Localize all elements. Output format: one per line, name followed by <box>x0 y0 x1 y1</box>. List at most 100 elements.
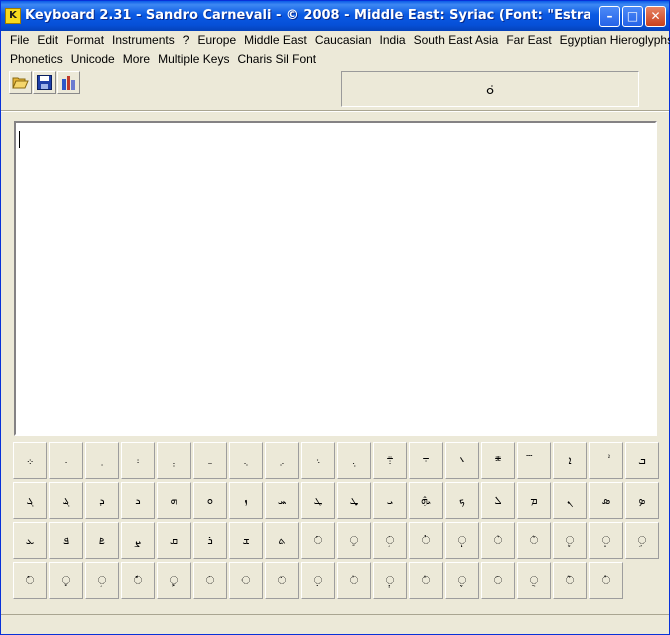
key-r4-c5[interactable]: ◌ܾ <box>157 562 191 599</box>
key-r3-c4[interactable]: ܨ <box>121 522 155 559</box>
maximize-button[interactable]: □ <box>622 6 643 27</box>
key-r3-c17[interactable]: ◌ܸ <box>589 522 623 559</box>
save-disk-icon[interactable] <box>33 71 56 94</box>
menu-far-east[interactable]: Far East <box>497 31 551 50</box>
key-r4-c3[interactable]: ◌ܼ <box>85 562 119 599</box>
key-r1-c13[interactable]: ܌ <box>445 442 479 479</box>
key-r4-c4[interactable]: ◌ܽ <box>121 562 155 599</box>
menu-multiple-keys[interactable]: Multiple Keys <box>149 50 229 69</box>
menu-caucasian[interactable]: Caucasian <box>306 31 372 50</box>
key-r2-c12[interactable]: ܞ <box>409 482 443 519</box>
key-r3-c11[interactable]: ◌ܲ <box>373 522 407 559</box>
key-r3-c9[interactable]: ◌ܰ <box>301 522 335 559</box>
toolbar <box>9 71 80 95</box>
key-r4-c16[interactable]: ◌݉ <box>553 562 587 599</box>
key-r1-c14[interactable]: ܍ <box>481 442 515 479</box>
key-r4-c14[interactable]: ◌݇ <box>481 562 515 599</box>
menu-file[interactable]: File <box>1 31 29 50</box>
menu-egyptian-hieroglyphs[interactable]: Egyptian Hieroglyphs <box>551 31 670 50</box>
menu-europe[interactable]: Europe <box>188 31 236 50</box>
title-bar[interactable]: K Keyboard 2.31 - Sandro Carnevali - © 2… <box>1 1 669 31</box>
key-r2-c6[interactable]: ܘ <box>193 482 227 519</box>
key-r4-c7[interactable]: ◌݀ <box>229 562 263 599</box>
key-r1-c9[interactable]: ܈ <box>301 442 335 479</box>
key-r2-c2[interactable]: ܔ <box>49 482 83 519</box>
key-r1-c1[interactable]: ܀ <box>13 442 47 479</box>
key-r4-c13[interactable]: ◌݆ <box>445 562 479 599</box>
key-r4-c9[interactable]: ◌݂ <box>301 562 335 599</box>
key-r4-c11[interactable]: ◌݄ <box>373 562 407 599</box>
key-r2-c7[interactable]: ܙ <box>229 482 263 519</box>
key-r2-c4[interactable]: ܖ <box>121 482 155 519</box>
key-r4-c8[interactable]: ◌݁ <box>265 562 299 599</box>
open-folder-icon[interactable] <box>9 71 32 94</box>
key-r1-c17[interactable]: ܑ <box>589 442 623 479</box>
menu-phonetics[interactable]: Phonetics <box>1 50 63 69</box>
key-r1-c4[interactable]: ܃ <box>121 442 155 479</box>
key-r1-c18[interactable]: ܒ <box>625 442 659 479</box>
key-r4-c6[interactable]: ◌ܿ <box>193 562 227 599</box>
key-r2-c11[interactable]: ܝ <box>373 482 407 519</box>
key-r2-c5[interactable]: ܗ <box>157 482 191 519</box>
key-r4-c15[interactable]: ◌݈ <box>517 562 551 599</box>
text-caret <box>19 131 20 148</box>
key-r3-c1[interactable]: ܥ <box>13 522 47 559</box>
key-r3-c13[interactable]: ◌ܴ <box>445 522 479 559</box>
key-r1-c10[interactable]: ܉ <box>337 442 371 479</box>
close-button[interactable]: ✕ <box>645 6 666 27</box>
key-r3-c3[interactable]: ܧ <box>85 522 119 559</box>
menu-unicode[interactable]: Unicode <box>62 50 115 69</box>
key-r1-c16[interactable]: ܐ <box>553 442 587 479</box>
key-r3-c14[interactable]: ◌ܵ <box>481 522 515 559</box>
key-r1-c2[interactable]: ܁ <box>49 442 83 479</box>
key-r2-c13[interactable]: ܟ <box>445 482 479 519</box>
key-r1-c3[interactable]: ܂ <box>85 442 119 479</box>
menu-more[interactable]: More <box>114 50 150 69</box>
key-r3-c6[interactable]: ܪ <box>193 522 227 559</box>
menu-format[interactable]: Format <box>57 31 104 50</box>
key-r2-c15[interactable]: ܡ <box>517 482 551 519</box>
menu-instruments[interactable]: Instruments <box>103 31 175 50</box>
key-r3-c12[interactable]: ◌ܳ <box>409 522 443 559</box>
key-r3-c10[interactable]: ◌ܱ <box>337 522 371 559</box>
key-r4-c10[interactable]: ◌݃ <box>337 562 371 599</box>
key-r2-c9[interactable]: ܛ <box>301 482 335 519</box>
key-r2-c17[interactable]: ܣ <box>589 482 623 519</box>
key-r2-c18[interactable]: ܤ <box>625 482 659 519</box>
key-r3-c16[interactable]: ◌ܷ <box>553 522 587 559</box>
key-r1-c7[interactable]: ܆ <box>229 442 263 479</box>
menu-middle-east[interactable]: Middle East <box>235 31 307 50</box>
key-r1-c6[interactable]: ܅ <box>193 442 227 479</box>
key-r2-c16[interactable]: ܢ <box>553 482 587 519</box>
menu-row-1: File Edit Format Instruments? Europe Middle E… <box>1 31 670 50</box>
key-r3-c8[interactable]: ܬ <box>265 522 299 559</box>
menu-south-east-asia[interactable]: South East Asia <box>405 31 499 50</box>
key-r4-c2[interactable]: ◌ܻ <box>49 562 83 599</box>
key-r1-c5[interactable]: ܄ <box>157 442 191 479</box>
key-r1-c8[interactable]: ܇ <box>265 442 299 479</box>
key-r1-c12[interactable]: ܋ <box>409 442 443 479</box>
menu-charis-sil-font[interactable]: Charis Sil Font <box>228 50 316 69</box>
key-r3-c5[interactable]: ܩ <box>157 522 191 559</box>
key-r2-c10[interactable]: ܜ <box>337 482 371 519</box>
key-r1-c15[interactable]: ܏ <box>517 442 551 479</box>
key-r4-c1[interactable]: ◌ܺ <box>13 562 47 599</box>
menu-india[interactable]: India <box>371 31 406 50</box>
menu-[interactable]: ? <box>174 31 190 50</box>
key-r4-c12[interactable]: ◌݅ <box>409 562 443 599</box>
menu-edit[interactable]: Edit <box>28 31 58 50</box>
menu-row-2: Phonetics Unicode More Multiple Keys Charis … <box>1 50 316 69</box>
key-r2-c14[interactable]: ܠ <box>481 482 515 519</box>
key-r2-c8[interactable]: ܚ <box>265 482 299 519</box>
tool-icon[interactable] <box>57 71 80 94</box>
key-r3-c7[interactable]: ܫ <box>229 522 263 559</box>
key-r2-c1[interactable]: ܓ <box>13 482 47 519</box>
text-editor[interactable] <box>14 121 657 436</box>
key-r3-c18[interactable]: ◌ܹ <box>625 522 659 559</box>
key-r4-c17[interactable]: ◌݊ <box>589 562 623 599</box>
key-r2-c3[interactable]: ܕ <box>85 482 119 519</box>
minimize-button[interactable]: – <box>599 6 620 27</box>
key-r3-c2[interactable]: ܦ <box>49 522 83 559</box>
key-r3-c15[interactable]: ◌ܶ <box>517 522 551 559</box>
key-r1-c11[interactable]: ܊ <box>373 442 407 479</box>
